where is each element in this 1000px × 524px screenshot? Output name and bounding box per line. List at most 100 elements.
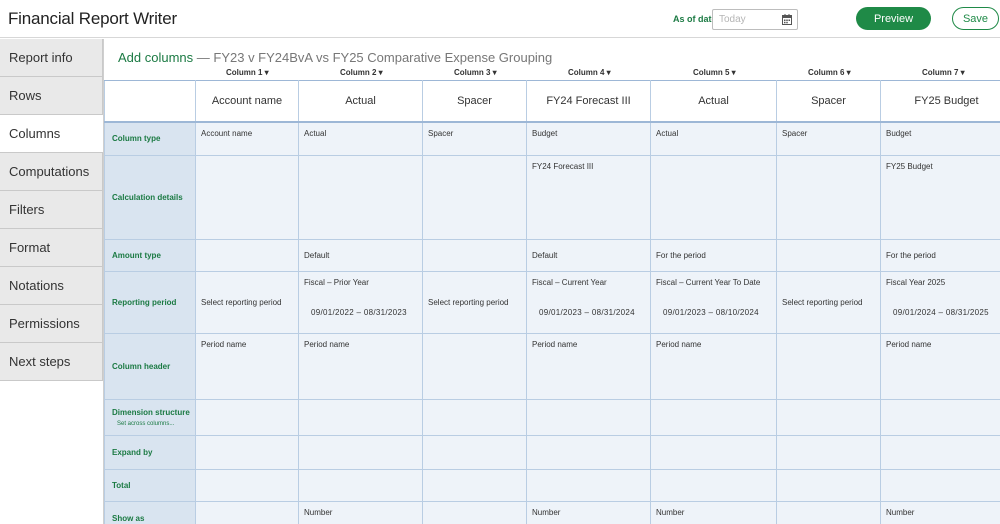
reporting-period-dates: 09/01/2023 – 08/10/2024 [663,308,759,317]
cell-column-type[interactable]: Account name [195,121,299,156]
cell-column-type[interactable]: Budget [880,121,1000,156]
cell-column-header[interactable]: Period name [195,333,299,400]
cell-total[interactable] [422,469,527,502]
column-4-selector[interactable]: Column 4 ▾ [568,68,611,77]
cell-expand-by[interactable] [422,435,527,470]
cell-total[interactable] [776,469,881,502]
cell-reporting-period[interactable]: Fiscal – Prior Year 09/01/2022 – 08/31/2… [298,271,423,334]
column-2-header[interactable]: Actual [298,80,423,123]
cell-total[interactable] [650,469,777,502]
column-4-header[interactable]: FY24 Forecast III [526,80,651,123]
cell-expand-by[interactable] [526,435,651,470]
row-label-expand-by: Expand by [104,435,196,470]
cell-expand-by[interactable] [776,435,881,470]
sidebar-item-rows[interactable]: Rows [0,77,103,115]
sidebar-item-permissions[interactable]: Permissions [0,305,103,343]
calendar-icon[interactable] [782,14,792,25]
cell-calculation-details[interactable] [195,155,299,240]
cell-total[interactable] [526,469,651,502]
cell-column-header[interactable] [776,333,881,400]
reporting-period-name: Fiscal Year 2025 [886,278,946,287]
cell-dimension-structure[interactable] [422,399,527,436]
cell-dimension-structure[interactable] [526,399,651,436]
cell-calculation-details[interactable] [298,155,423,240]
sidebar-item-format[interactable]: Format [0,229,103,267]
cell-amount-type[interactable]: Default [298,239,423,272]
column-7-selector[interactable]: Column 7 ▾ [922,68,965,77]
cell-expand-by[interactable] [650,435,777,470]
cell-total[interactable] [880,469,1000,502]
cell-dimension-structure[interactable] [195,399,299,436]
as-of-date-field[interactable] [712,9,798,30]
page-title: Add columns — FY23 v FY24BvA vs FY25 Com… [118,50,552,65]
cell-dimension-structure[interactable] [298,399,423,436]
cell-dimension-structure[interactable] [880,399,1000,436]
cell-amount-type[interactable] [195,239,299,272]
cell-amount-type[interactable]: Default [526,239,651,272]
cell-expand-by[interactable] [880,435,1000,470]
sidebar-item-notations[interactable]: Notations [0,267,103,305]
cell-show-as[interactable] [195,501,299,524]
cell-amount-type[interactable]: For the period [650,239,777,272]
cell-column-header[interactable] [422,333,527,400]
cell-show-as[interactable] [422,501,527,524]
column-1-header[interactable]: Account name [195,80,299,123]
sidebar-item-columns[interactable]: Columns [0,115,103,153]
save-button[interactable]: Save [952,7,999,30]
column-5-header[interactable]: Actual [650,80,777,123]
cell-show-as[interactable]: Number [880,501,1000,524]
cell-amount-type[interactable] [776,239,881,272]
cell-reporting-period[interactable]: Fiscal – Current Year 09/01/2023 – 08/31… [526,271,651,334]
column-7-header[interactable]: FY25 Budget [880,80,1000,123]
cell-column-header[interactable]: Period name [298,333,423,400]
set-across-columns-link[interactable]: Set across columns... [112,421,195,427]
column-6-header[interactable]: Spacer [776,80,881,123]
cell-column-type[interactable]: Actual [650,121,777,156]
sidebar-item-computations[interactable]: Computations [0,153,103,191]
column-6-selector[interactable]: Column 6 ▾ [808,68,851,77]
cell-calculation-details[interactable] [650,155,777,240]
cell-column-type[interactable]: Actual [298,121,423,156]
as-of-date-input[interactable] [713,10,781,29]
row-label-calculation-details: Calculation details [104,155,196,240]
reporting-period-dates: 09/01/2023 – 08/31/2024 [539,308,635,317]
cell-column-type[interactable]: Spacer [776,121,881,156]
cell-column-header[interactable]: Period name [650,333,777,400]
column-3-header[interactable]: Spacer [422,80,527,123]
cell-calculation-details[interactable]: FY24 Forecast III [526,155,651,240]
cell-column-type[interactable]: Budget [526,121,651,156]
preview-button[interactable]: Preview [856,7,931,30]
row-label-dimension-structure: Dimension structure Set across columns..… [104,399,196,436]
cell-show-as[interactable] [776,501,881,524]
cell-column-header[interactable]: Period name [526,333,651,400]
cell-column-header[interactable]: Period name [880,333,1000,400]
page-title-report-name: — FY23 v FY24BvA vs FY25 Comparative Exp… [193,50,553,65]
cell-dimension-structure[interactable] [776,399,881,436]
column-1-selector[interactable]: Column 1 ▾ [226,68,269,77]
cell-column-type[interactable]: Spacer [422,121,527,156]
cell-amount-type[interactable] [422,239,527,272]
cell-total[interactable] [298,469,423,502]
cell-reporting-period[interactable]: Select reporting period [422,271,527,334]
cell-calculation-details[interactable] [422,155,527,240]
cell-reporting-period[interactable]: Select reporting period [776,271,881,334]
column-5-selector[interactable]: Column 5 ▾ [693,68,736,77]
sidebar-item-report-info[interactable]: Report info [0,39,103,77]
cell-total[interactable] [195,469,299,502]
cell-expand-by[interactable] [195,435,299,470]
cell-show-as[interactable]: Number [650,501,777,524]
cell-amount-type[interactable]: For the period [880,239,1000,272]
cell-show-as[interactable]: Number [298,501,423,524]
cell-calculation-details[interactable] [776,155,881,240]
cell-dimension-structure[interactable] [650,399,777,436]
cell-reporting-period[interactable]: Select reporting period [195,271,299,334]
column-3-selector[interactable]: Column 3 ▾ [454,68,497,77]
column-2-selector[interactable]: Column 2 ▾ [340,68,383,77]
sidebar-item-next-steps[interactable]: Next steps [0,343,103,381]
sidebar-item-filters[interactable]: Filters [0,191,103,229]
cell-reporting-period[interactable]: Fiscal Year 2025 09/01/2024 – 08/31/2025 [880,271,1000,334]
cell-reporting-period[interactable]: Fiscal – Current Year To Date 09/01/2023… [650,271,777,334]
cell-calculation-details[interactable]: FY25 Budget [880,155,1000,240]
cell-show-as[interactable]: Number [526,501,651,524]
cell-expand-by[interactable] [298,435,423,470]
